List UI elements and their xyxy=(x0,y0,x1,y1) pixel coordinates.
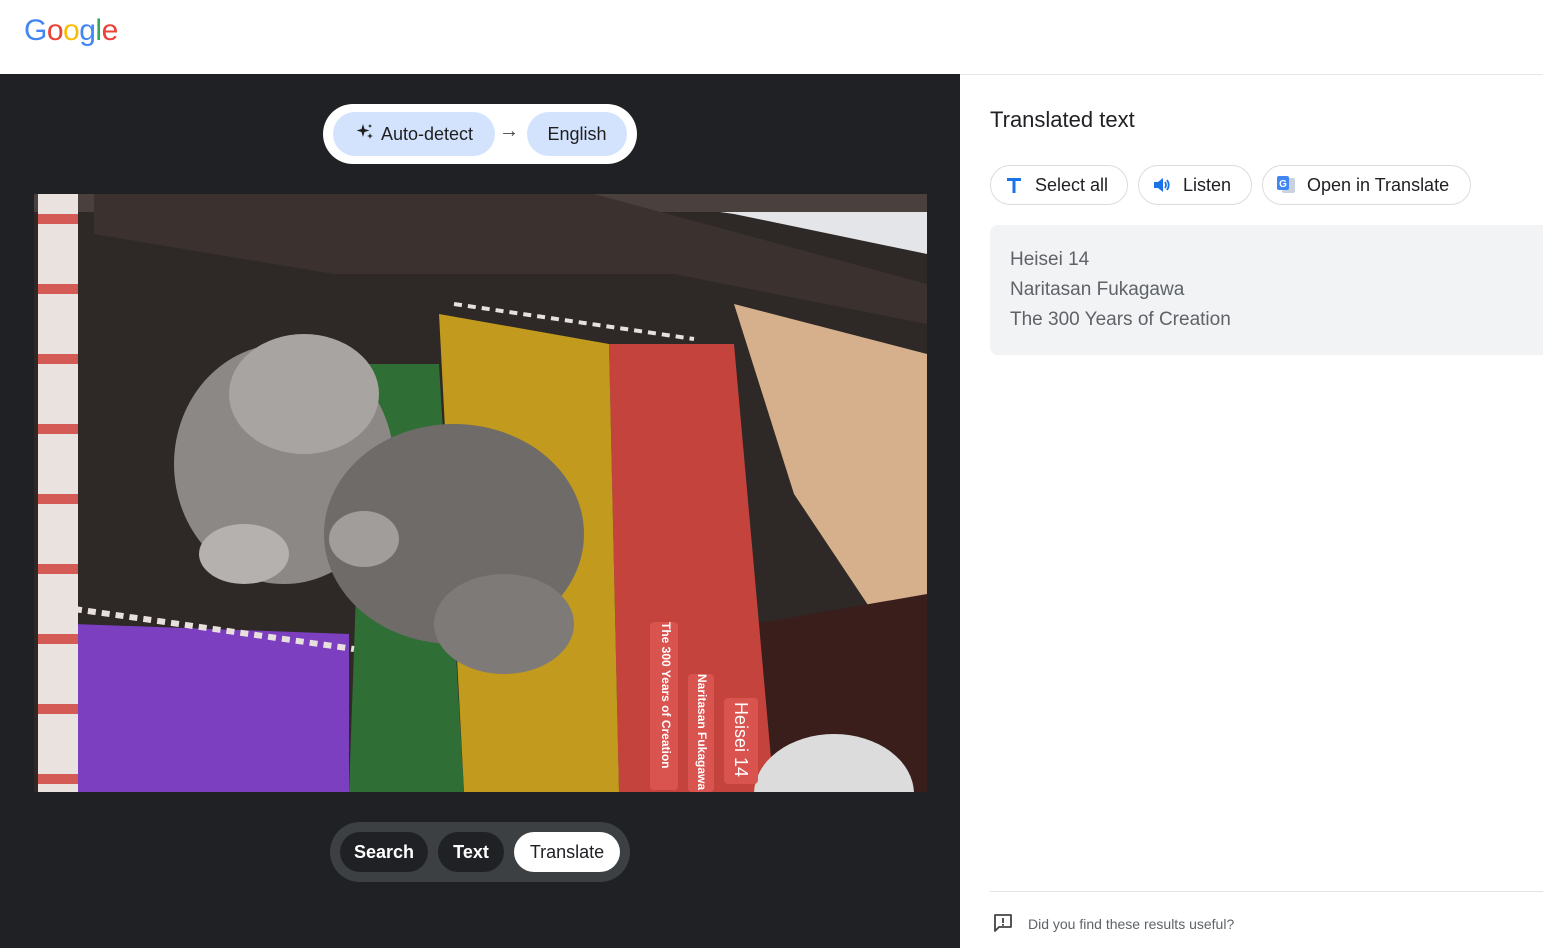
overlay-label[interactable]: The 300 Years of Creation xyxy=(650,622,678,790)
select-all-label: Select all xyxy=(1035,174,1109,195)
arrow-right-icon: → xyxy=(499,120,519,142)
logo-letter: o xyxy=(46,14,64,47)
translated-line: Naritasan Fukagawa xyxy=(1010,279,1185,300)
open-in-translate-button[interactable]: G Open in Translate xyxy=(1262,165,1471,205)
logo-letter: g xyxy=(79,14,96,47)
mode-search-button[interactable]: Search xyxy=(340,832,428,872)
translated-line: Heisei 14 xyxy=(1010,249,1090,270)
feedback-label: Did you find these results useful? xyxy=(1028,916,1235,932)
feedback-icon xyxy=(992,912,1016,936)
listen-label: Listen xyxy=(1183,174,1232,195)
overlay-text: Heisei 14 xyxy=(731,702,751,778)
photo-illustration xyxy=(34,194,927,792)
mode-translate-button[interactable]: Translate xyxy=(514,832,620,872)
svg-text:G: G xyxy=(1279,179,1287,190)
mode-text-button[interactable]: Text xyxy=(438,832,504,872)
target-language-label: English xyxy=(547,123,607,144)
select-all-button[interactable]: Select all xyxy=(990,165,1128,205)
logo-letter: o xyxy=(63,14,80,47)
logo-letter: e xyxy=(101,14,119,47)
open-in-translate-label: Open in Translate xyxy=(1307,174,1450,195)
speaker-icon xyxy=(1151,174,1173,196)
results-title: Translated text xyxy=(990,107,1135,132)
overlay-text: The 300 Years of Creation xyxy=(659,622,673,769)
header: Google xyxy=(0,0,1543,74)
sparkle-icon xyxy=(355,122,375,147)
target-language-button[interactable]: English xyxy=(527,112,627,156)
overlay-label[interactable]: Naritasan Fukagawa xyxy=(688,674,714,792)
translated-line: The 300 Years of Creation xyxy=(1010,309,1231,330)
analyzed-image[interactable]: The 300 Years of Creation Naritasan Fuka… xyxy=(34,194,927,792)
google-translate-icon: G xyxy=(1275,174,1297,196)
mode-switcher: Search Text Translate xyxy=(330,822,630,882)
language-selector: Auto-detect → English xyxy=(323,104,637,164)
overlay-text: Naritasan Fukagawa xyxy=(695,674,709,791)
overlay-label[interactable]: Heisei 14 xyxy=(724,698,758,784)
google-logo[interactable]: Google xyxy=(24,14,118,48)
logo-letter: G xyxy=(24,14,47,47)
listen-button[interactable]: Listen xyxy=(1138,165,1252,205)
image-pane: Auto-detect → English The 300 Years of C… xyxy=(0,74,960,948)
text-t-icon xyxy=(1003,174,1025,196)
feedback-row[interactable]: Did you find these results useful? xyxy=(990,891,1543,936)
source-language-label: Auto-detect xyxy=(380,123,474,144)
translated-text-box[interactable]: Heisei 14 Naritasan Fukagawa The 300 Yea… xyxy=(990,225,1543,355)
source-language-button[interactable]: Auto-detect xyxy=(333,112,495,156)
results-pane: Translated text Select all Listen G Open… xyxy=(960,74,1543,948)
